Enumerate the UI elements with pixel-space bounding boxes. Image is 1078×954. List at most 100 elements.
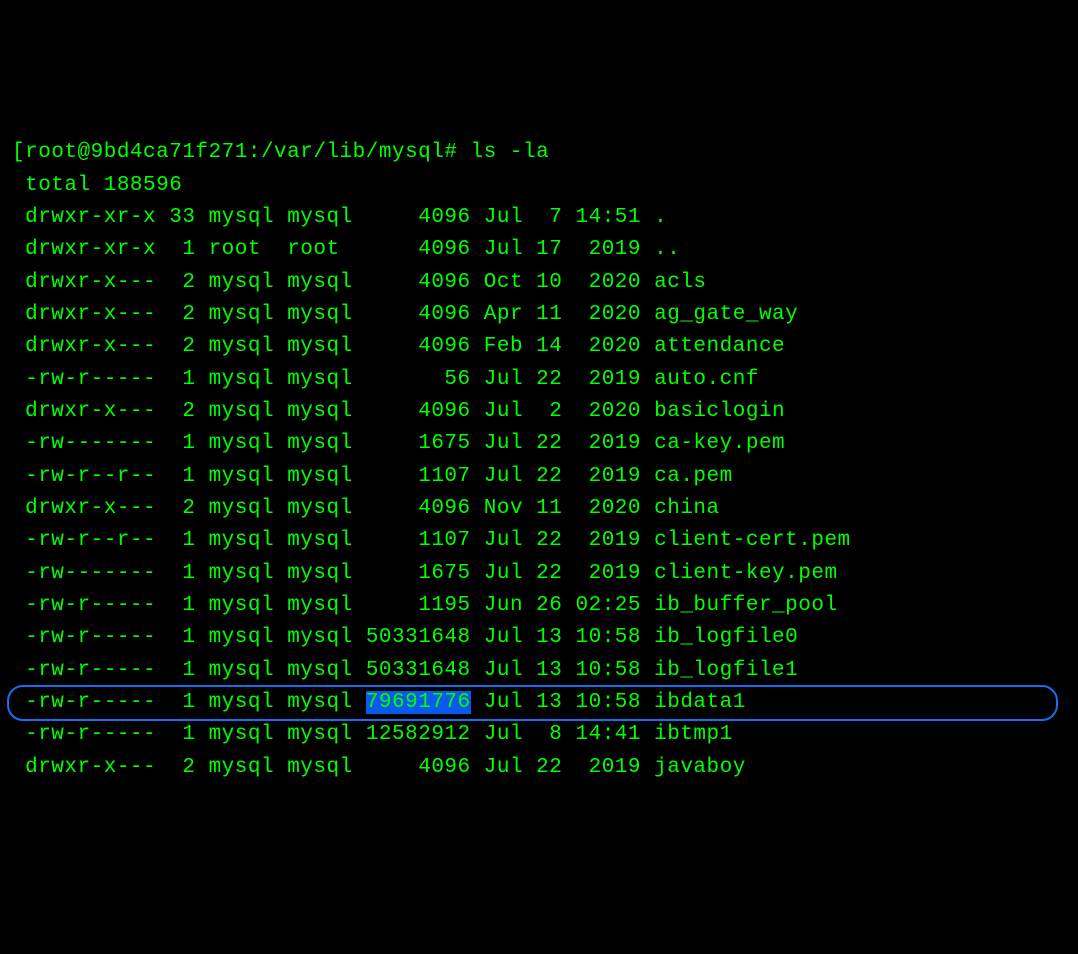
file-day: 22	[536, 432, 562, 455]
file-name: client-key.pem	[654, 562, 837, 585]
file-day: 13	[536, 626, 562, 649]
file-row: drwxr-x--- 2 mysql mysql 4096 Nov 11 202…	[12, 493, 1066, 525]
file-row: drwxr-xr-x 1 root root 4096 Jul 17 2019 …	[12, 234, 1066, 266]
file-time: 2020	[576, 303, 642, 326]
file-size: 1107	[366, 529, 471, 552]
file-row: drwxr-x--- 2 mysql mysql 4096 Jul 2 2020…	[12, 396, 1066, 428]
file-time: 2019	[576, 529, 642, 552]
file-owner: mysql	[209, 562, 275, 585]
file-links: 1	[169, 465, 195, 488]
file-perm: -rw-r-----	[12, 368, 156, 391]
file-owner: mysql	[209, 756, 275, 779]
file-size-selected: 79691776	[366, 691, 471, 714]
file-time: 2019	[576, 238, 642, 261]
file-perm: drwxr-x---	[12, 756, 156, 779]
file-group: mysql	[287, 206, 353, 229]
file-group: mysql	[287, 562, 353, 585]
file-group: mysql	[287, 271, 353, 294]
file-perm: drwxr-x---	[12, 303, 156, 326]
file-name: ca.pem	[654, 465, 733, 488]
file-group: mysql	[287, 368, 353, 391]
file-group: mysql	[287, 400, 353, 423]
file-group: mysql	[287, 594, 353, 617]
file-month: Nov	[484, 497, 523, 520]
file-owner: mysql	[209, 465, 275, 488]
file-group: mysql	[287, 723, 353, 746]
file-month: Oct	[484, 271, 523, 294]
file-links: 1	[169, 529, 195, 552]
file-time: 2019	[576, 465, 642, 488]
file-group: mysql	[287, 432, 353, 455]
prompt-text: root@9bd4ca71f271:/var/lib/mysql#	[25, 141, 457, 164]
terminal-output[interactable]: [root@9bd4ca71f271:/var/lib/mysql# ls -l…	[12, 137, 1066, 784]
file-time: 02:25	[576, 594, 642, 617]
file-links: 2	[169, 271, 195, 294]
file-links: 1	[169, 659, 195, 682]
file-perm: -rw-------	[12, 562, 156, 585]
file-owner: mysql	[209, 206, 275, 229]
file-row: -rw-r----- 1 mysql mysql 12582912 Jul 8 …	[12, 719, 1066, 751]
file-perm: drwxr-xr-x	[12, 238, 156, 261]
file-links: 1	[169, 562, 195, 585]
file-size: 4096	[366, 238, 471, 261]
file-perm: -rw-r--r--	[12, 529, 156, 552]
file-name: attendance	[654, 335, 785, 358]
file-size: 4096	[366, 497, 471, 520]
open-bracket: [	[12, 141, 25, 164]
file-row: -rw-r----- 1 mysql mysql 1195 Jun 26 02:…	[12, 590, 1066, 622]
file-links: 2	[169, 497, 195, 520]
file-owner: root	[209, 238, 275, 261]
file-links: 2	[169, 400, 195, 423]
file-month: Jul	[484, 723, 523, 746]
file-month: Jul	[484, 562, 523, 585]
file-owner: mysql	[209, 368, 275, 391]
file-row: -rw-r--r-- 1 mysql mysql 1107 Jul 22 201…	[12, 525, 1066, 557]
file-links: 1	[169, 626, 195, 649]
file-name: ag_gate_way	[654, 303, 798, 326]
file-perm: -rw-r--r--	[12, 465, 156, 488]
prompt-line: [root@9bd4ca71f271:/var/lib/mysql# ls -l…	[12, 137, 1066, 169]
file-group: mysql	[287, 691, 353, 714]
file-owner: mysql	[209, 626, 275, 649]
file-perm: drwxr-x---	[12, 271, 156, 294]
file-day: 22	[536, 562, 562, 585]
file-name: china	[654, 497, 720, 520]
file-group: mysql	[287, 335, 353, 358]
file-row: -rw-r----- 1 mysql mysql 79691776 Jul 13…	[12, 687, 1066, 719]
file-links: 33	[169, 206, 195, 229]
file-group: mysql	[287, 756, 353, 779]
file-perm: -rw-r-----	[12, 659, 156, 682]
file-perm: drwxr-x---	[12, 400, 156, 423]
file-time: 14:41	[576, 723, 642, 746]
file-size: 4096	[366, 756, 471, 779]
file-size: 4096	[366, 400, 471, 423]
file-size: 4096	[366, 271, 471, 294]
file-day: 22	[536, 756, 562, 779]
file-size: 56	[366, 368, 471, 391]
file-day: 22	[536, 465, 562, 488]
total-line: total 188596	[12, 170, 1066, 202]
file-links: 1	[169, 238, 195, 261]
file-time: 2019	[576, 432, 642, 455]
file-time: 10:58	[576, 691, 642, 714]
file-owner: mysql	[209, 659, 275, 682]
file-group: mysql	[287, 626, 353, 649]
file-month: Feb	[484, 335, 523, 358]
file-size: 1675	[366, 562, 471, 585]
file-owner: mysql	[209, 271, 275, 294]
file-time: 2020	[576, 497, 642, 520]
file-perm: drwxr-x---	[12, 497, 156, 520]
file-links: 1	[169, 368, 195, 391]
file-perm: drwxr-x---	[12, 335, 156, 358]
file-row: drwxr-x--- 2 mysql mysql 4096 Apr 11 202…	[12, 299, 1066, 331]
file-links: 2	[169, 756, 195, 779]
file-size: 4096	[366, 303, 471, 326]
file-perm: -rw-r-----	[12, 626, 156, 649]
file-day: 26	[536, 594, 562, 617]
file-row: -rw-r----- 1 mysql mysql 56 Jul 22 2019 …	[12, 364, 1066, 396]
file-name: ..	[654, 238, 680, 261]
file-links: 2	[169, 303, 195, 326]
file-owner: mysql	[209, 723, 275, 746]
file-day: 11	[536, 303, 562, 326]
file-links: 1	[169, 594, 195, 617]
